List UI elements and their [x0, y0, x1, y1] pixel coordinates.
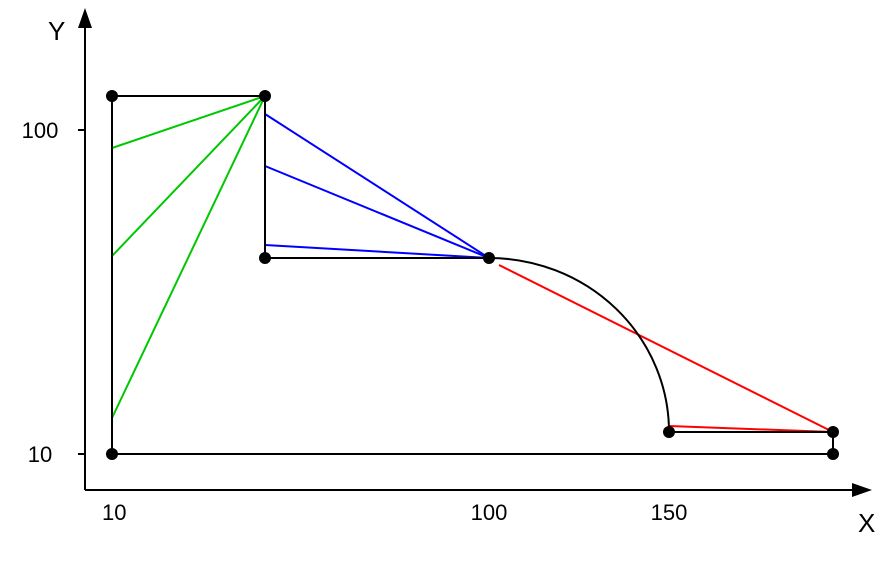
y-axis-arrow-icon: [78, 8, 92, 28]
point-G: [259, 90, 271, 102]
x-axis-arrow-icon: [852, 483, 872, 497]
y-axis-label: Y: [48, 16, 65, 46]
ray-blue-2: [265, 166, 489, 258]
figure-outline: [112, 96, 833, 454]
ray-blue-3: [265, 245, 489, 258]
ray-red-1: [499, 265, 833, 432]
vertex-points: [106, 90, 839, 460]
y-tick-label-100: 100: [22, 118, 59, 143]
point-H: [106, 90, 118, 102]
point-B: [827, 448, 839, 460]
y-tick-label-10: 10: [28, 442, 52, 467]
rays-green: [112, 96, 265, 418]
ray-green-3: [112, 96, 265, 418]
ray-green-1: [112, 96, 265, 148]
point-A: [106, 448, 118, 460]
point-F: [259, 252, 271, 264]
diagram-canvas: Y X 10 100 150 10 100: [0, 0, 890, 571]
ray-blue-1: [265, 114, 489, 258]
x-tick-label-100: 100: [471, 500, 508, 525]
x-tick-label-150: 150: [651, 500, 688, 525]
edge-D-E-arc: [489, 258, 669, 432]
ray-green-2: [112, 96, 265, 256]
x-axis-label: X: [858, 508, 875, 538]
x-tick-label-10: 10: [102, 500, 126, 525]
point-D: [663, 426, 675, 438]
rays-blue: [265, 114, 489, 258]
point-C: [827, 426, 839, 438]
rays-red: [499, 265, 833, 432]
point-E: [483, 252, 495, 264]
axes: Y X 10 100 150 10 100: [22, 8, 876, 538]
